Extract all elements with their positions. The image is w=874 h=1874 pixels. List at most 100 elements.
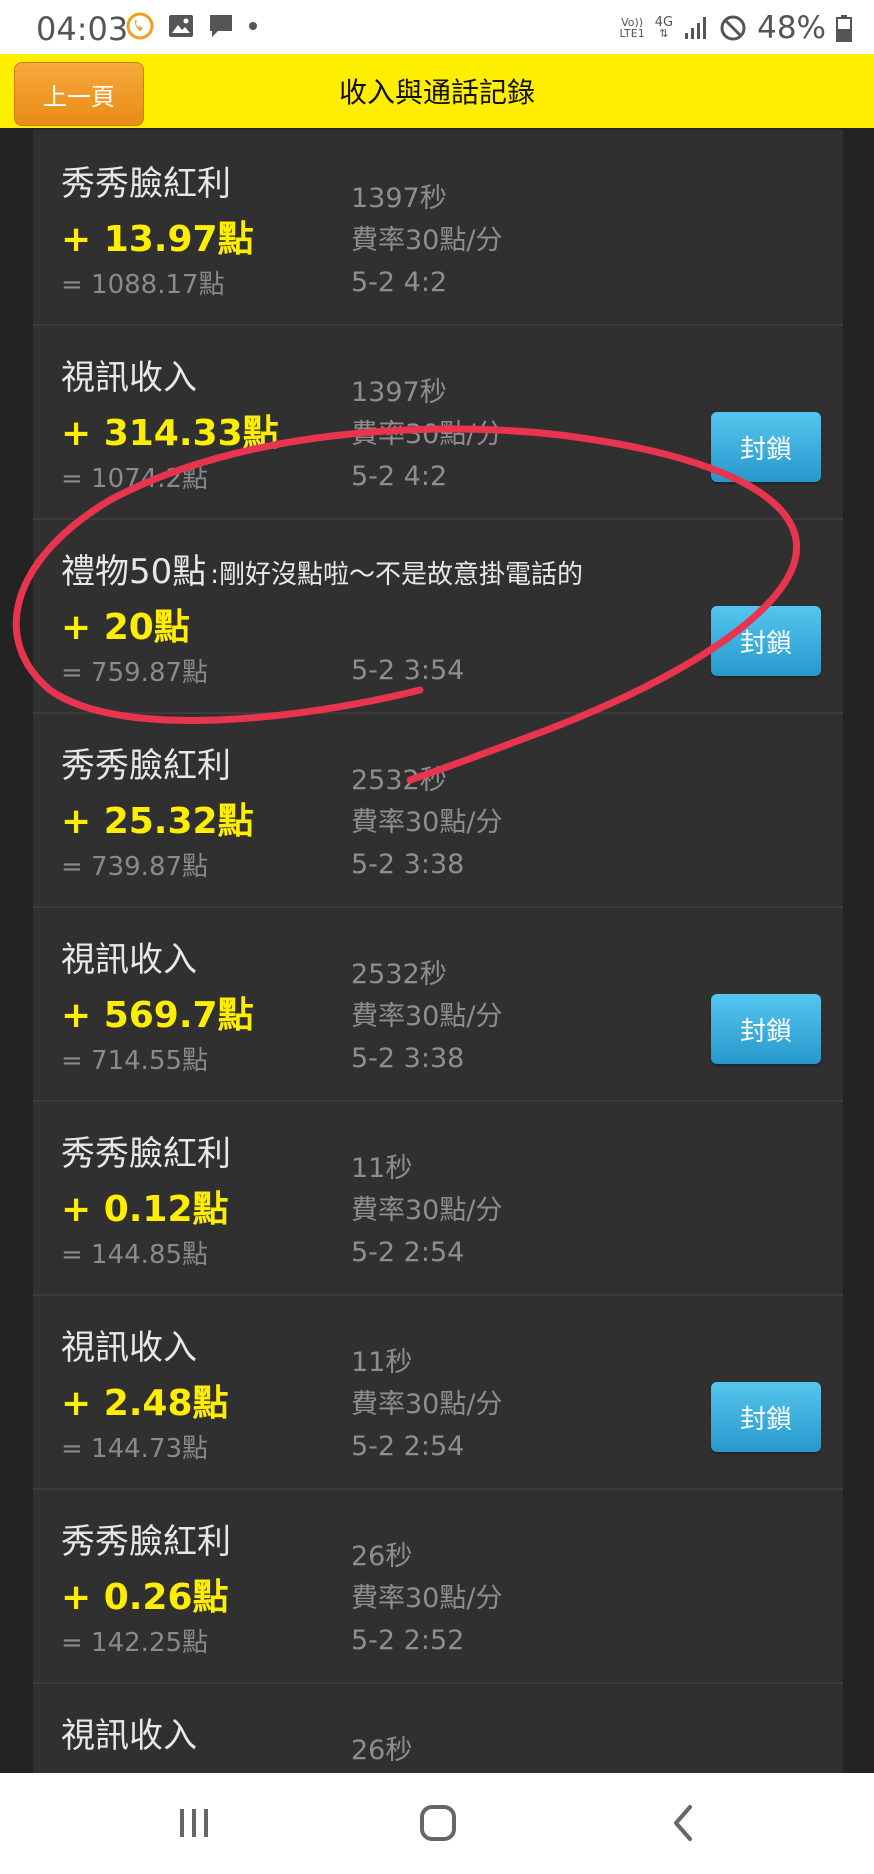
signal-icon — [685, 17, 707, 39]
record-row: 視訊收入 + 2.48點 = 144.73點 11秒費率30點/分 5-2 2:54 封鎖 — [33, 1294, 843, 1490]
record-time: 5-2 2:52 — [351, 1625, 465, 1656]
record-rate: 費率30點/分 — [351, 807, 503, 838]
do-not-disturb-icon — [720, 15, 746, 41]
record-title: 秀秀臉紅利 — [61, 1126, 231, 1175]
record-title-text: 視訊收入 — [61, 1328, 197, 1368]
phone-call-icon — [126, 12, 154, 40]
record-info: 5-2 3:54 — [351, 566, 464, 692]
record-amount: + 0.12點 — [61, 1189, 229, 1230]
record-row: 視訊收入 + 314.33點 = 1074.2點 1397秒費率30點/分 5-2 4:… — [33, 324, 843, 520]
record-balance: = 759.87點 — [61, 658, 209, 688]
record-amount: + 25.32點 — [61, 801, 254, 842]
block-button[interactable]: 封鎖 — [711, 1382, 821, 1452]
record-title: 視訊收入 — [61, 1708, 197, 1757]
record-duration: 1397秒 — [351, 183, 447, 214]
block-button[interactable]: 封鎖 — [711, 412, 821, 482]
record-row: 禮物50點:剛好沒點啦～不是故意掛電話的 + 20點 = 759.87點 5-2 3:… — [33, 518, 843, 714]
record-duration: 11秒 — [351, 1153, 413, 1184]
record-info: 1397秒費率30點/分 5-2 4:2 — [351, 372, 502, 498]
record-info: 26秒費率30點/分 5-2 2:52 — [351, 1536, 502, 1662]
record-title: 禮物50點:剛好沒點啦～不是故意掛電話的 — [61, 544, 583, 593]
record-title: 秀秀臉紅利 — [61, 738, 231, 787]
record-amount: + 13.97點 — [61, 219, 254, 260]
record-title: 視訊收入 — [61, 350, 197, 399]
record-rate: 費率30點/分 — [351, 1389, 503, 1420]
record-title-text: 秀秀臉紅利 — [61, 1522, 231, 1562]
record-time: 5-2 4:2 — [351, 267, 448, 298]
record-balance: = 144.85點 — [61, 1240, 209, 1270]
record-info: 11秒費率30點/分 5-2 2:54 — [351, 1148, 502, 1274]
back-icon[interactable] — [668, 1803, 698, 1843]
app-header: 收入與通話記錄 上一頁 — [0, 54, 874, 128]
record-info: 1397秒費率30點/分 5-2 4:2 — [351, 178, 502, 304]
record-duration: 26秒 — [351, 1541, 413, 1572]
record-rate: 費率30點/分 — [351, 225, 503, 256]
record-balance: = 739.87點 — [61, 852, 209, 882]
record-info: 2532秒 費率30點/分 5-2 3:38 — [351, 954, 502, 1080]
record-title-text: 禮物50點 — [61, 552, 207, 592]
back-button[interactable]: 上一頁 — [14, 62, 144, 126]
record-time: 5-2 2:54 — [351, 1237, 465, 1268]
record-title-text: 秀秀臉紅利 — [61, 1134, 231, 1174]
record-row: 秀秀臉紅利 + 25.32點 = 739.87點 2532秒費率30點/分 5-2 3:… — [33, 712, 843, 908]
record-rate: 費率30點/分 — [351, 1001, 503, 1032]
record-row: 秀秀臉紅利 + 13.97點 = 1088.17點 1397秒費率30點/分 5-2 4… — [33, 130, 843, 326]
record-list[interactable]: 秀秀臉紅利 + 13.97點 = 1088.17點 1397秒 費率30點/分 5-2 4… — [33, 130, 843, 1773]
battery-icon — [836, 15, 852, 42]
dot-icon — [249, 22, 257, 30]
record-title: 秀秀臉紅利 — [61, 1514, 231, 1563]
record-title: 秀秀臉紅利 — [61, 156, 231, 205]
record-duration: 2532秒 — [351, 959, 447, 990]
record-amount: + 314.33點 — [61, 413, 279, 454]
record-duration: 26秒 — [351, 1735, 413, 1766]
battery-percent: 48% — [757, 10, 826, 46]
block-button[interactable]: 封鎖 — [711, 606, 821, 676]
record-rate: 費率30點/分 — [351, 1583, 503, 1614]
record-duration: 2532秒 — [351, 765, 447, 796]
record-rate: 費率30點/分 — [351, 419, 503, 450]
record-duration: 11秒 — [351, 1347, 413, 1378]
record-row: 視訊收入 26秒 — [33, 1682, 843, 1773]
record-balance: = 1074.2點 — [61, 464, 209, 494]
record-title-text: 視訊收入 — [61, 940, 197, 980]
record-rate: 費率30點/分 — [351, 1195, 503, 1226]
record-time: 5-2 3:54 — [351, 655, 465, 686]
record-balance: = 1088.17點 — [61, 270, 225, 300]
record-info: 26秒 — [351, 1730, 412, 1773]
record-duration: 1397秒 — [351, 377, 447, 408]
status-system-icons: Vo)) LTE1 4G ⇅ 48% — [619, 10, 852, 46]
network-type-indicator: 4G ⇅ — [654, 15, 674, 40]
record-time: 5-2 2:54 — [351, 1431, 465, 1462]
record-amount: + 569.7點 — [61, 995, 254, 1036]
record-amount: + 2.48點 — [61, 1383, 229, 1424]
record-title: 視訊收入 — [61, 932, 197, 981]
record-balance: = 714.55點 — [61, 1046, 209, 1076]
record-info: 11秒費率30點/分 5-2 2:54 — [351, 1342, 502, 1468]
record-title-text: 秀秀臉紅利 — [61, 164, 231, 204]
navigation-bar — [0, 1773, 874, 1874]
block-button[interactable]: 封鎖 — [711, 994, 821, 1064]
record-duration — [351, 566, 464, 608]
record-title-text: 視訊收入 — [61, 358, 197, 398]
recent-apps-icon[interactable] — [176, 1803, 212, 1843]
volte-indicator: Vo)) LTE1 — [619, 16, 645, 40]
record-time: 5-2 3:38 — [351, 849, 465, 880]
image-icon — [169, 15, 193, 37]
record-balance: = 142.25點 — [61, 1628, 209, 1658]
record-row: 視訊收入 + 569.7點 = 714.55點 2532秒 費率30點/分 5-2 3:3… — [33, 906, 843, 1102]
record-title-text: 秀秀臉紅利 — [61, 746, 231, 786]
record-title-text: 視訊收入 — [61, 1716, 197, 1756]
record-rate — [351, 608, 464, 650]
record-title: 視訊收入 — [61, 1320, 197, 1369]
record-info: 2532秒費率30點/分 5-2 3:38 — [351, 760, 502, 886]
record-amount: + 0.26點 — [61, 1577, 229, 1618]
record-time: 5-2 4:2 — [351, 461, 448, 492]
home-icon[interactable] — [418, 1803, 458, 1843]
record-row: 秀秀臉紅利 + 0.12點 = 144.85點 11秒費率30點/分 5-2 2:54 — [33, 1100, 843, 1296]
record-row: 秀秀臉紅利 + 0.26點 = 142.25點 26秒費率30點/分 5-2 2:52 — [33, 1488, 843, 1684]
status-notification-icons — [126, 12, 258, 40]
record-amount: + 20點 — [61, 607, 190, 648]
status-time: 04:03 — [36, 10, 129, 48]
message-icon — [210, 15, 232, 37]
record-balance: = 144.73點 — [61, 1434, 209, 1464]
